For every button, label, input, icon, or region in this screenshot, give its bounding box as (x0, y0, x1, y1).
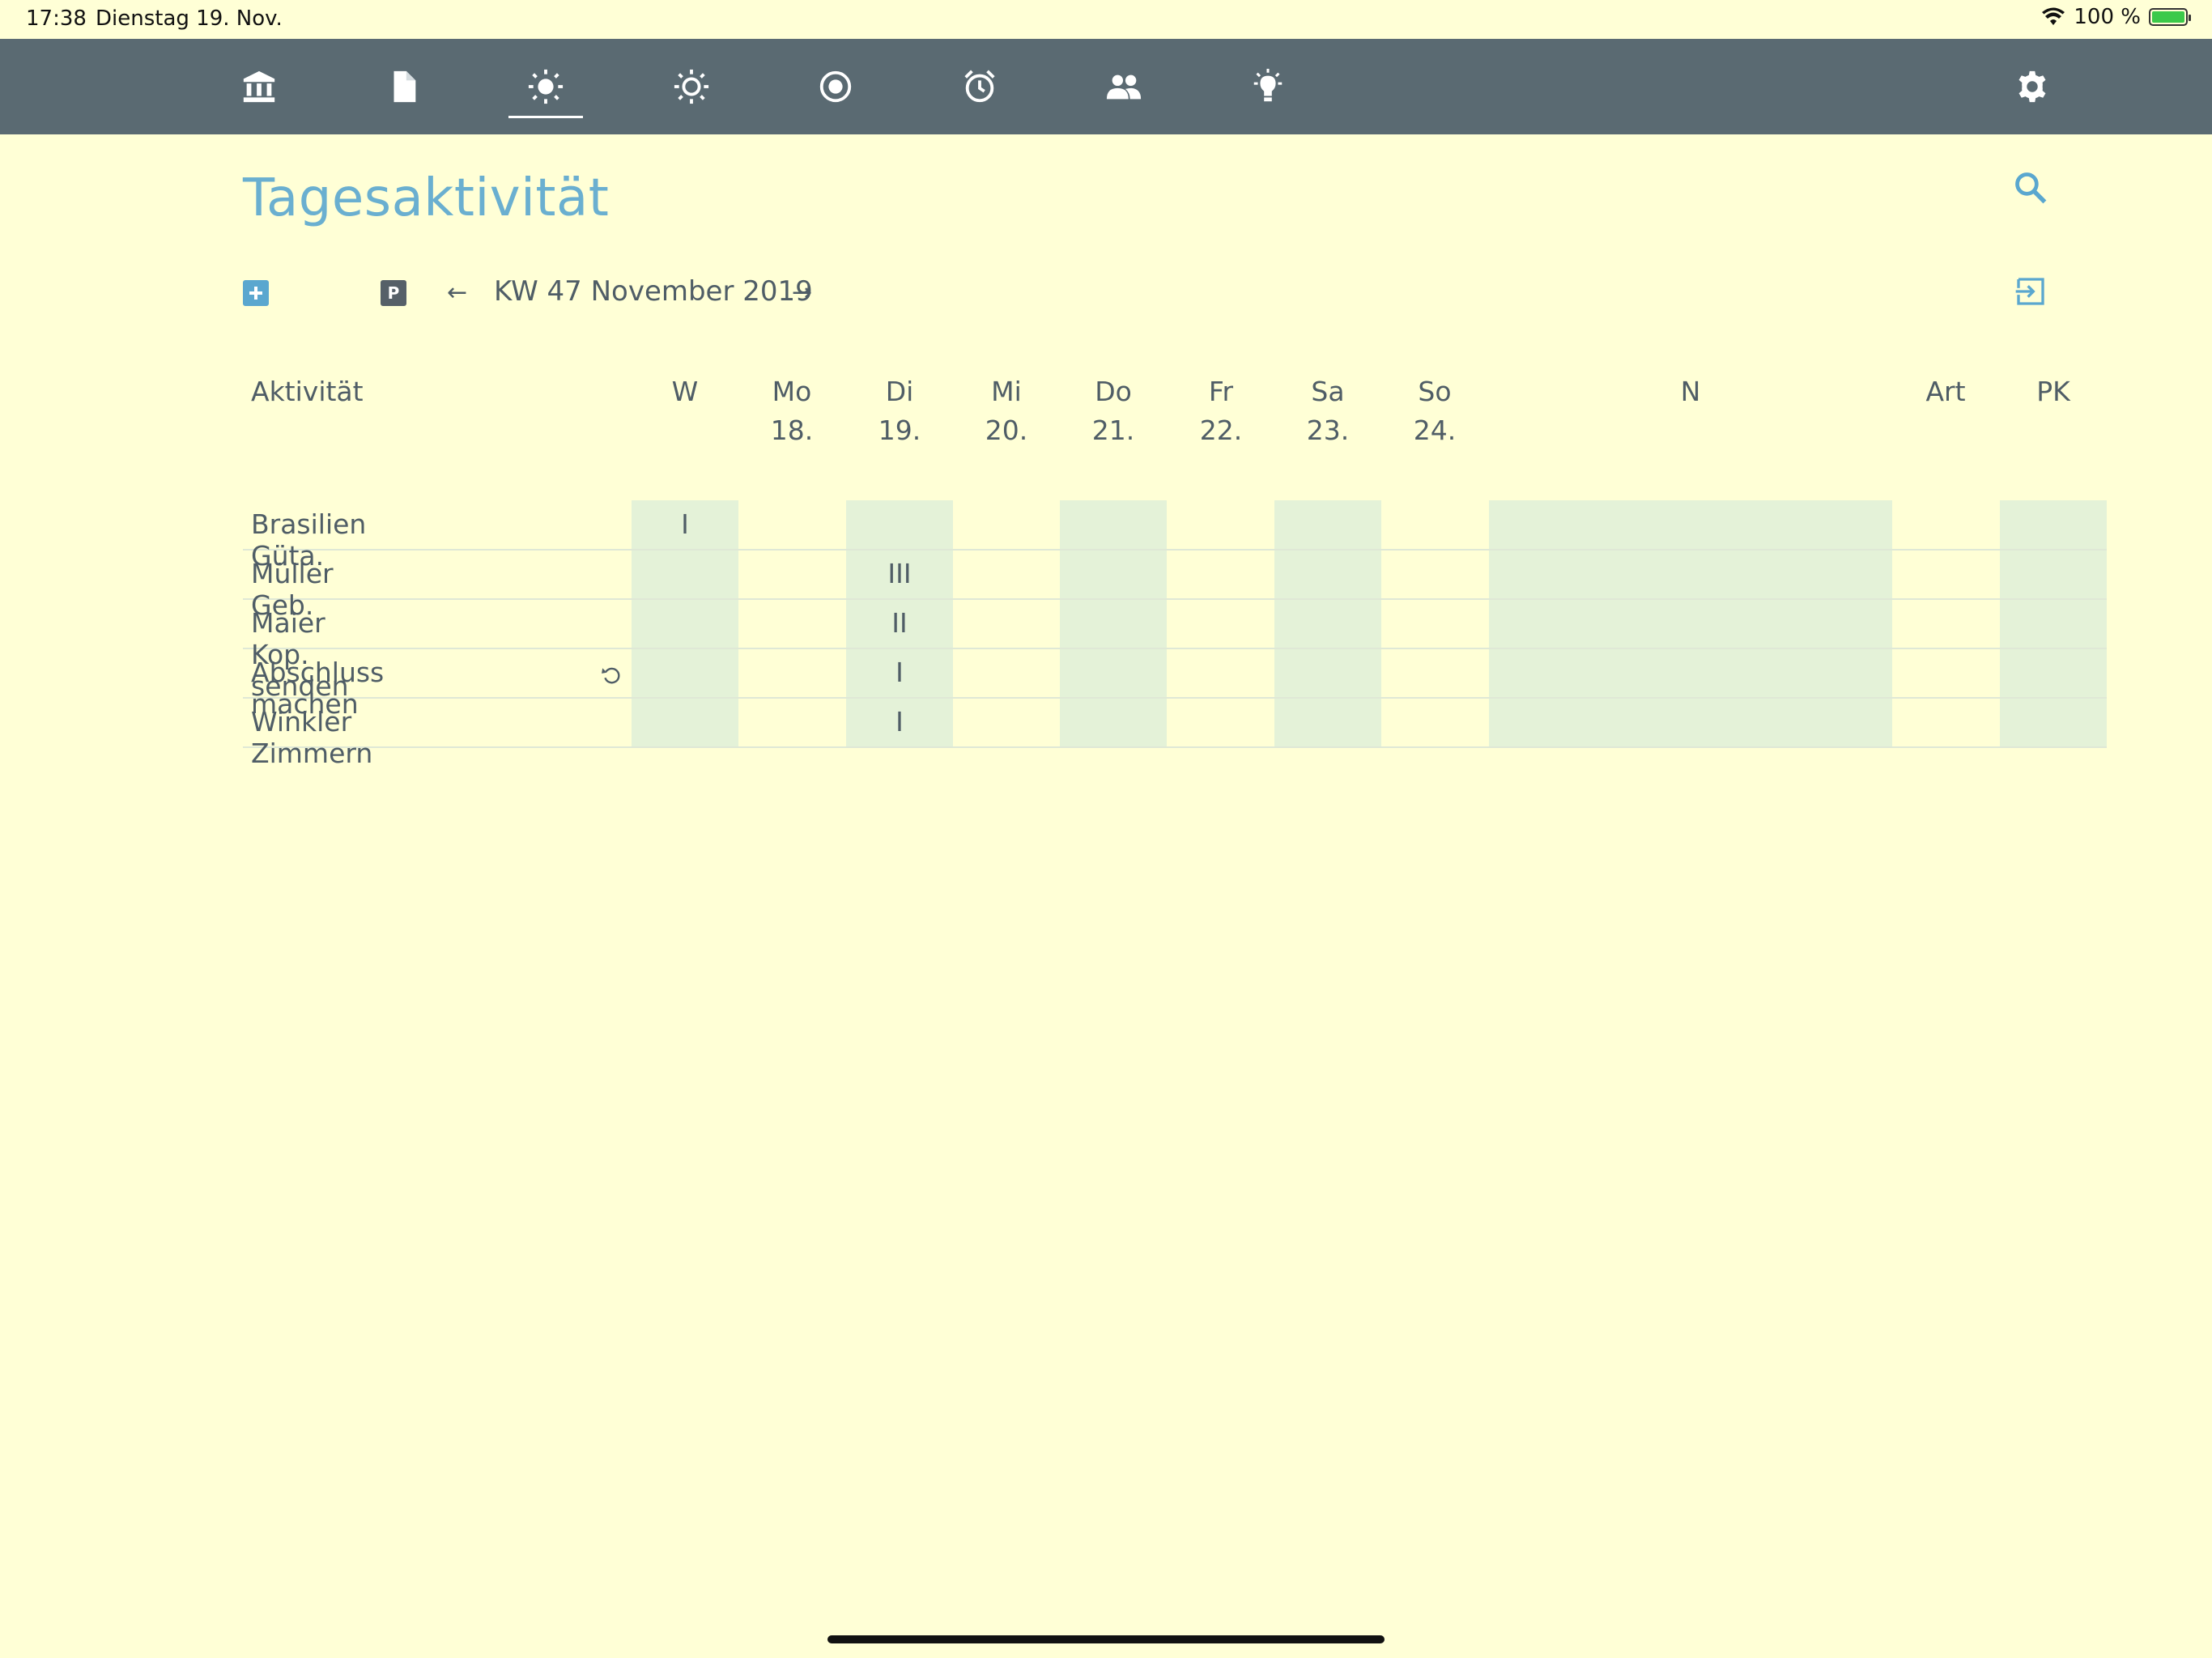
header-date: 20. (985, 414, 1028, 446)
table-cell[interactable]: I (846, 657, 953, 688)
table-cell[interactable]: III (846, 558, 953, 589)
header-day: PK (2036, 376, 2070, 407)
header-day: Di (885, 376, 914, 407)
header-day: Mo (772, 376, 812, 407)
header-w: W (632, 372, 738, 411)
header-activity: Aktivität (251, 376, 364, 407)
header-day: Mi (991, 376, 1022, 407)
header-date: 21. (1091, 414, 1135, 446)
header-day: Fr (1208, 376, 1234, 407)
header-fr: Fr 22. (1168, 372, 1274, 450)
battery-icon (2149, 8, 2191, 26)
header-di: Di 19. (846, 372, 953, 450)
header-so: So 24. (1381, 372, 1488, 450)
header-n: N (1489, 372, 1892, 411)
header-sa: Sa 23. (1274, 372, 1381, 450)
repeat-icon (602, 667, 620, 684)
header-date: 23. (1306, 414, 1350, 446)
header-day: Do (1095, 376, 1132, 407)
sun-outline-icon[interactable] (654, 39, 729, 134)
status-right: 100 % (2041, 5, 2191, 29)
header-day: Sa (1311, 376, 1345, 407)
header-mo: Mo 18. (738, 372, 845, 450)
table-row-label[interactable]: Winkler Zimmern (251, 706, 372, 769)
lightbulb-icon[interactable] (1231, 39, 1305, 134)
header-day: So (1418, 376, 1452, 407)
row-divider (243, 648, 2107, 649)
status-bar: 17:38 Dienstag 19. Nov. 100 % (0, 0, 2212, 39)
p-button[interactable]: P (381, 280, 406, 306)
shaded-column (1274, 500, 1381, 747)
row-divider (243, 746, 2107, 748)
row-divider (243, 697, 2107, 699)
prev-week-button[interactable]: ← (447, 278, 467, 307)
search-icon[interactable] (2013, 170, 2048, 206)
status-date: Dienstag 19. Nov. (96, 6, 283, 31)
header-date: 24. (1413, 414, 1457, 446)
header-do: Do 21. (1060, 372, 1167, 450)
battery-percent: 100 % (2074, 5, 2141, 29)
header-date: 18. (770, 414, 814, 446)
shaded-column (1489, 500, 1892, 747)
export-icon[interactable] (2014, 275, 2047, 308)
bank-icon[interactable] (222, 39, 296, 134)
shaded-column (2000, 500, 2107, 747)
sun-icon[interactable] (508, 39, 583, 134)
header-mi: Mi 20. (953, 372, 1060, 450)
home-indicator (827, 1635, 1385, 1643)
header-day: Art (1925, 376, 1966, 407)
header-day: N (1680, 376, 1701, 407)
page-title: Tagesaktivität (243, 168, 610, 228)
shaded-column (1060, 500, 1167, 747)
table-cell[interactable]: II (846, 607, 953, 639)
row-divider (243, 549, 2107, 551)
week-label: KW 47 November 2019 (494, 275, 813, 308)
table-cell[interactable]: I (632, 508, 738, 540)
document-icon[interactable] (366, 39, 440, 134)
add-button[interactable] (243, 280, 269, 306)
next-week-button[interactable]: → (792, 278, 812, 307)
header-date: 22. (1199, 414, 1243, 446)
header-day: W (671, 376, 699, 407)
row-divider (243, 598, 2107, 600)
toolbar (0, 39, 2212, 134)
people-icon[interactable] (1087, 39, 1161, 134)
target-icon[interactable] (798, 39, 873, 134)
table-cell[interactable]: I (846, 706, 953, 738)
alarm-icon[interactable] (942, 39, 1017, 134)
status-time: 17:38 (26, 6, 87, 31)
wifi-icon (2042, 7, 2065, 25)
gear-icon[interactable] (1995, 39, 2069, 134)
header-art: Art (1892, 372, 1999, 411)
header-date: 19. (878, 414, 921, 446)
header-pk: PK (2000, 372, 2107, 411)
